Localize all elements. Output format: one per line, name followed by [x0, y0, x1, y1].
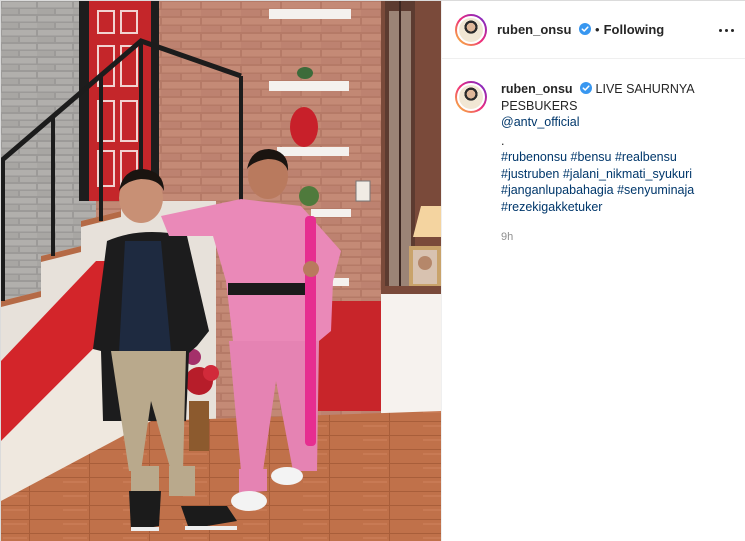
verified-badge-icon — [579, 23, 592, 35]
caption-hashtags[interactable]: #rubenonsu #bensu #realbensu #justruben … — [501, 149, 735, 215]
post-side-panel: ruben_onsu • Following ruben_onsu LIVE S… — [441, 1, 745, 541]
post-dialog: ruben_onsu • Following ruben_onsu LIVE S… — [0, 0, 745, 541]
caption-body: ruben_onsu LIVE SAHURNYA PESBUKERS @antv… — [501, 81, 735, 246]
separator-dot: • — [595, 22, 600, 37]
following-button[interactable]: Following — [604, 22, 665, 37]
avatar-image — [457, 83, 485, 111]
caption-avatar[interactable] — [455, 81, 487, 113]
more-options-icon[interactable] — [715, 19, 737, 41]
post-timestamp[interactable]: 9h — [501, 229, 735, 246]
caption-dot: . — [501, 133, 505, 148]
verified-badge-icon — [580, 82, 593, 94]
caption-username[interactable]: ruben_onsu — [501, 82, 573, 96]
photo-scene — [1, 1, 441, 541]
caption-mention-link[interactable]: @antv_official — [501, 114, 735, 131]
header-username[interactable]: ruben_onsu — [497, 22, 592, 37]
post-header: ruben_onsu • Following — [442, 1, 745, 59]
avatar-image — [457, 15, 485, 44]
post-photo[interactable] — [1, 1, 441, 541]
avatar[interactable] — [455, 13, 487, 46]
caption: ruben_onsu LIVE SAHURNYA PESBUKERS @antv… — [455, 81, 737, 246]
header-username-text[interactable]: ruben_onsu — [497, 22, 571, 37]
